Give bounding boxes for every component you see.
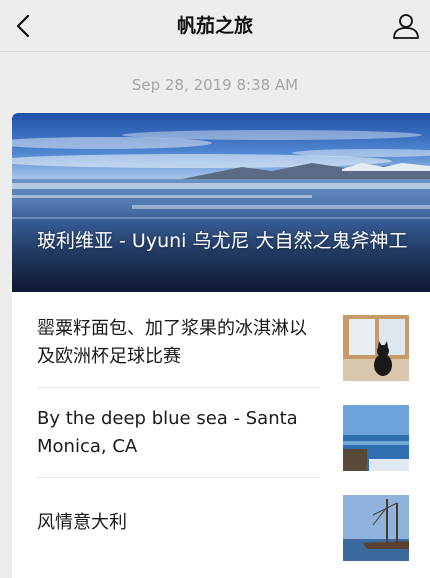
article-item[interactable]: By the deep blue sea - Santa Monica, CA [12, 388, 430, 478]
person-icon[interactable] [392, 12, 420, 40]
cover-article[interactable]: 玻利维亚 - Uyuni 乌尤尼 大自然之鬼斧神工 [12, 113, 430, 292]
article-thumbnail [343, 495, 409, 561]
article-thumbnail [343, 315, 409, 381]
page-title: 帆茄之旅 [176, 15, 253, 37]
message-timestamp: Sep 28, 2019 8:38 AM [131, 76, 299, 94]
cover-image [12, 113, 430, 292]
article-title: 风情意大利 [37, 512, 127, 533]
article-item[interactable]: 风情意大利 [12, 478, 430, 568]
article-title: By the deep blue sea - Santa Monica, CA [37, 408, 298, 457]
article-item[interactable]: 罂粟籽面包、加了浆果的冰淇淋以及欧洲杯足球比赛 [12, 298, 430, 388]
article-title: 罂粟籽面包、加了浆果的冰淇淋以及欧洲杯足球比赛 [37, 318, 307, 367]
navigation-bar: 帆茄之旅 [0, 0, 430, 52]
cover-title: 玻利维亚 - Uyuni 乌尤尼 大自然之鬼斧神工 [37, 230, 408, 252]
article-card: 玻利维亚 - Uyuni 乌尤尼 大自然之鬼斧神工 罂粟籽面包、加了浆果的冰淇淋… [12, 113, 430, 578]
article-thumbnail [343, 405, 409, 471]
